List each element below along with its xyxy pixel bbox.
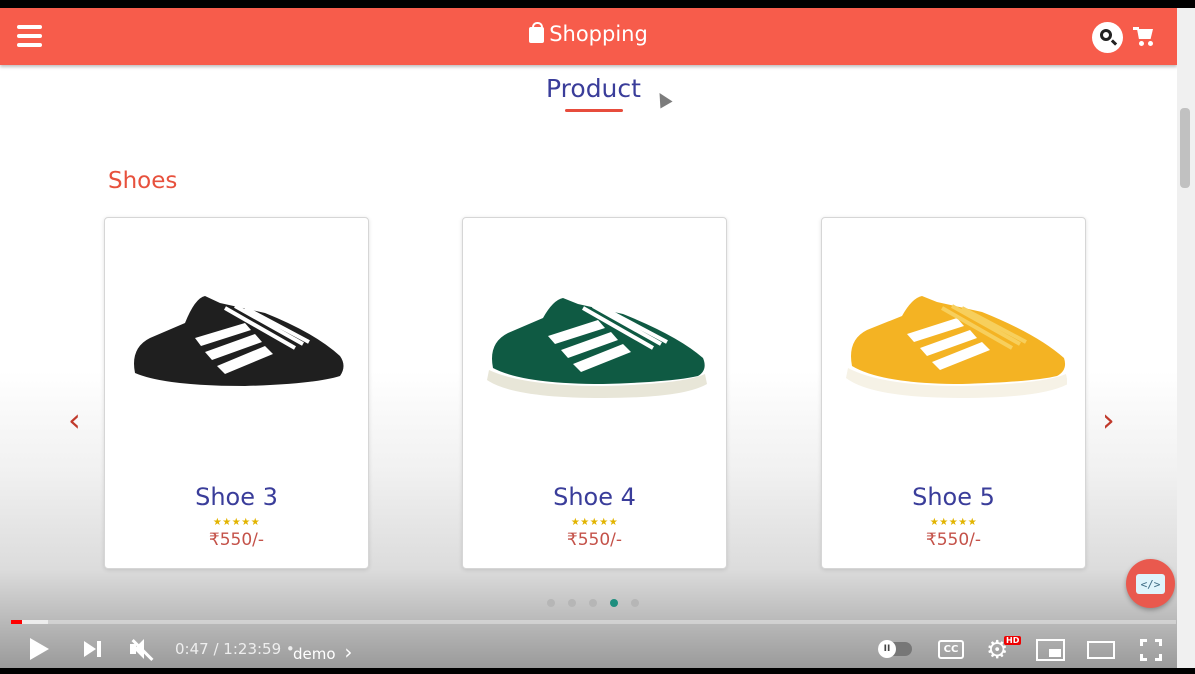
scrollbar-thumb[interactable]: [1180, 108, 1190, 188]
carousel-dot[interactable]: [568, 599, 576, 607]
code-icon: </>: [1136, 574, 1165, 594]
product-price: ₹550/-: [208, 530, 265, 550]
carousel-next-button[interactable]: ›: [1102, 404, 1115, 436]
time-display: 0:47 / 1:23:59 •: [175, 640, 295, 658]
chevron-right-icon: ›: [344, 640, 353, 664]
product-card[interactable]: Shoe 3 ★★★★★ ₹550/-: [104, 217, 369, 569]
chapter-label: demo: [293, 645, 336, 663]
brand-label: Shopping: [549, 22, 648, 46]
category-heading: Shoes: [108, 168, 178, 194]
product-name: Shoe 4: [553, 483, 636, 511]
star-rating: ★★★★★: [570, 517, 619, 528]
played-bar: [11, 620, 22, 624]
cart-icon[interactable]: [1133, 27, 1157, 49]
player-controls: 0:47 / 1:23:59 • demo › II CC ⚙ HD: [0, 628, 1177, 670]
current-time: 0:47: [175, 640, 209, 658]
shoe-image: [846, 296, 1067, 398]
product-price: ₹550/-: [566, 530, 623, 550]
pause-icon: II: [878, 640, 896, 658]
product-card[interactable]: Shoe 4 ★★★★★ ₹550/-: [462, 217, 727, 569]
fullscreen-button[interactable]: [1140, 639, 1162, 661]
top-navbar: Shopping: [0, 8, 1177, 65]
star-rating: ★★★★★: [212, 517, 261, 528]
title-underline: [565, 109, 623, 112]
shoe-image: [487, 298, 707, 398]
search-icon[interactable]: [1092, 22, 1123, 53]
autoplay-toggle[interactable]: II: [878, 640, 912, 658]
product-card[interactable]: Shoe 5 ★★★★★ ₹550/-: [821, 217, 1086, 569]
duration: 1:23:59: [223, 640, 282, 658]
video-player: Shopping Product Shoes ‹ Shoe 3 ★★★★★ ₹5…: [0, 0, 1195, 674]
page-title: Product: [546, 74, 641, 103]
play-button[interactable]: [30, 638, 49, 660]
hd-badge: HD: [1004, 636, 1022, 645]
carousel-prev-button[interactable]: ‹: [68, 404, 81, 436]
product-name: Shoe 3: [195, 483, 278, 511]
miniplayer-button[interactable]: [1036, 639, 1065, 661]
theater-mode-button[interactable]: [1087, 641, 1115, 659]
product-price: ₹550/-: [925, 530, 982, 550]
code-fab-button[interactable]: </>: [1126, 559, 1175, 608]
product-name: Shoe 5: [912, 483, 995, 511]
carousel-dot[interactable]: [589, 599, 597, 607]
shoe-image: [131, 296, 345, 398]
video-frame[interactable]: Shopping Product Shoes ‹ Shoe 3 ★★★★★ ₹5…: [0, 8, 1177, 668]
mute-button[interactable]: [130, 638, 156, 661]
carousel-dot[interactable]: [547, 599, 555, 607]
captions-button[interactable]: CC: [938, 640, 964, 659]
carousel-dot[interactable]: [610, 599, 618, 607]
video-progress-bar[interactable]: [11, 620, 1176, 624]
brand-title[interactable]: Shopping: [0, 22, 1177, 46]
page-scrollbar[interactable]: [1177, 8, 1195, 668]
carousel-dot[interactable]: [631, 599, 639, 607]
shopping-bag-icon: [529, 22, 545, 43]
chapter-button[interactable]: demo ›: [293, 640, 352, 664]
star-rating: ★★★★★: [929, 517, 978, 528]
